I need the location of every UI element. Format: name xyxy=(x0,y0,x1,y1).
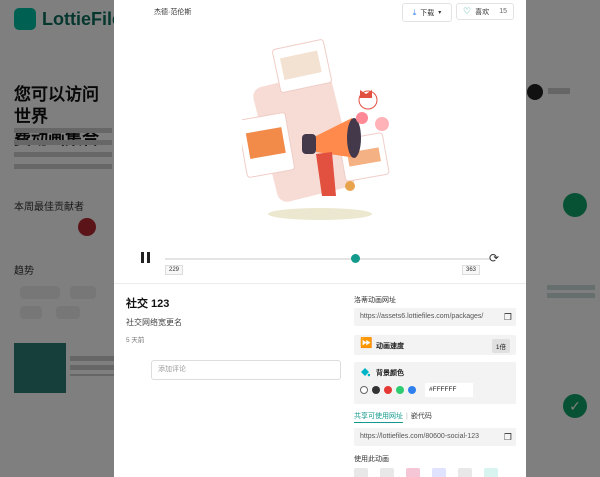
lottie-url-label: 洛蒂动画网址 xyxy=(354,297,396,304)
background-color-label: 背景颜色 xyxy=(376,370,404,377)
app-icon[interactable] xyxy=(354,468,368,477)
heart-icon: ♡ xyxy=(463,6,472,16)
pause-icon xyxy=(141,252,144,263)
color-swatch-black[interactable] xyxy=(372,386,380,394)
integration-app-list xyxy=(354,468,498,477)
share-url-value: https://lottiefiles.com/80600-social-123 xyxy=(360,433,480,440)
animation-preview-modal: 杰德·范伦斯 ⤓ 下载 ▾ ♡ 喜欢 15 229 363 ⟳ 社交 123 社… xyxy=(114,0,526,477)
use-animation-label: 使用此动画 xyxy=(354,456,389,463)
comment-input[interactable]: 添加评论 xyxy=(151,360,341,380)
download-label: 下载 xyxy=(420,9,435,17)
download-icon: ⤓ xyxy=(412,7,417,17)
playback-seek-bar[interactable] xyxy=(165,258,490,260)
app-icon[interactable] xyxy=(432,468,446,477)
color-swatch-white[interactable] xyxy=(360,386,368,394)
copy-icon[interactable]: ❐ xyxy=(500,308,512,326)
download-button[interactable]: ⤓ 下载 ▾ xyxy=(402,3,452,22)
divider xyxy=(114,283,526,284)
like-button[interactable]: ♡ 喜欢 15 xyxy=(456,3,514,20)
app-icon[interactable] xyxy=(484,468,498,477)
upload-time: 5 天前 xyxy=(126,337,145,344)
animation-speed-row[interactable]: ⏩ 动画速度 1倍 xyxy=(354,335,516,355)
speed-icon: ⏩ xyxy=(360,338,373,349)
speed-value[interactable]: 1倍 xyxy=(491,339,510,353)
lottie-url-value: https://assets6.lottiefiles.com/packages… xyxy=(360,313,484,320)
share-tabs: 共享可使用网址 | 嵌代码 xyxy=(354,411,432,423)
background-color-panel: 背景颜色 #FFFFFF xyxy=(354,362,516,404)
loop-icon[interactable]: ⟳ xyxy=(489,251,499,265)
tab-embed-code[interactable]: 嵌代码 xyxy=(411,413,432,420)
app-icon[interactable] xyxy=(458,468,472,477)
paint-bucket-icon xyxy=(361,368,370,377)
seek-handle[interactable] xyxy=(351,254,361,263)
end-frame-field[interactable]: 363 xyxy=(462,265,481,275)
color-swatch-blue[interactable] xyxy=(408,386,416,394)
like-label: 喜欢 xyxy=(475,8,490,16)
animation-illustration xyxy=(242,39,390,220)
app-icon[interactable] xyxy=(406,468,420,477)
color-swatch-red[interactable] xyxy=(384,386,392,394)
share-url-field[interactable]: https://lottiefiles.com/80600-social-123… xyxy=(354,428,516,446)
tab-share-url[interactable]: 共享可使用网址 xyxy=(354,413,403,423)
chevron-down-icon: ▾ xyxy=(438,10,442,16)
lottie-url-field[interactable]: https://assets6.lottiefiles.com/packages… xyxy=(354,308,516,326)
app-icon[interactable] xyxy=(380,468,394,477)
animation-subtitle: 社交网络宽更名 xyxy=(126,318,182,327)
pause-button[interactable] xyxy=(140,252,152,264)
copy-icon[interactable]: ❐ xyxy=(500,428,512,446)
start-frame-field[interactable]: 229 xyxy=(165,265,184,275)
animation-title: 社交 123 xyxy=(126,298,170,310)
speed-label: 动画速度 xyxy=(376,343,404,350)
color-swatch-green[interactable] xyxy=(396,386,404,394)
author-name[interactable]: 杰德·范伦斯 xyxy=(154,7,191,17)
like-count: 15 xyxy=(499,8,507,15)
hex-color-input[interactable]: #FFFFFF xyxy=(425,383,473,397)
